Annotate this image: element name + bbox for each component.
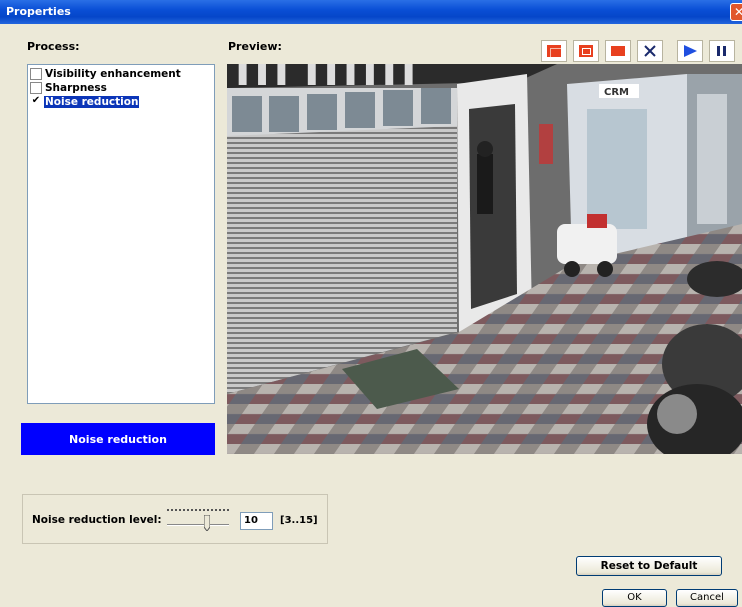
process-item-noise-reduction[interactable]: ✔ Noise reduction	[30, 95, 140, 109]
preview-image: ▌▌▌ ▌▌▌▌▌▌ CRM	[227, 64, 742, 454]
noise-reduction-slider[interactable]	[167, 507, 233, 535]
process-item-sharpness[interactable]: Sharpness	[30, 81, 108, 95]
process-item-label: Noise reduction	[44, 96, 140, 108]
split-horizontal-button[interactable]	[573, 40, 599, 62]
process-item-visibility-enhancement[interactable]: Visibility enhancement	[30, 67, 182, 81]
close-preview-button[interactable]	[637, 40, 663, 62]
shop-sign: CRM	[604, 87, 629, 98]
close-icon	[644, 45, 656, 57]
noise-reduction-level-label: Noise reduction level:	[32, 514, 162, 526]
window-close-button[interactable]: ✕	[730, 3, 742, 21]
process-item-label: Visibility enhancement	[45, 68, 181, 80]
slider-track	[167, 524, 229, 526]
close-icon: ✕	[733, 5, 742, 19]
full-view-icon	[611, 46, 625, 56]
slider-ticks	[167, 509, 229, 511]
full-view-button[interactable]	[605, 40, 631, 62]
play-icon	[684, 45, 697, 57]
svg-text:▌▌▌ ▌▌▌▌▌▌: ▌▌▌ ▌▌▌▌▌▌	[238, 64, 424, 85]
window-title: Properties	[6, 5, 71, 18]
noise-reduction-checkbox[interactable]: ✔	[30, 96, 42, 108]
reset-to-default-button[interactable]: Reset to Default	[576, 556, 722, 576]
process-label: Process:	[27, 40, 80, 53]
noise-reduction-value-field[interactable]: 10	[240, 512, 273, 530]
selected-process-banner: Noise reduction	[21, 423, 215, 455]
pause-button[interactable]	[709, 40, 735, 62]
split-vertical-button[interactable]	[541, 40, 567, 62]
cancel-button[interactable]: Cancel	[676, 589, 738, 607]
slider-thumb[interactable]	[204, 515, 210, 531]
preview-scene: ▌▌▌ ▌▌▌▌▌▌ CRM	[227, 64, 742, 454]
properties-window: Properties ✕ Process: Preview: Visibilit…	[0, 0, 742, 607]
pause-icon	[717, 46, 726, 56]
title-bar[interactable]: Properties ✕	[0, 0, 742, 24]
noise-reduction-group: Noise reduction level: 10 [3..15]	[22, 494, 328, 544]
selected-process-name: Noise reduction	[69, 432, 167, 446]
visibility-enhancement-checkbox[interactable]	[30, 68, 42, 80]
split-horizontal-icon	[579, 45, 593, 57]
process-item-label: Sharpness	[45, 82, 107, 94]
noise-reduction-range: [3..15]	[280, 515, 318, 526]
process-list[interactable]: Visibility enhancement Sharpness ✔ Noise…	[27, 64, 215, 404]
ok-button[interactable]: OK	[602, 589, 667, 607]
preview-label: Preview:	[228, 40, 282, 53]
split-vertical-icon	[547, 45, 561, 57]
play-button[interactable]	[677, 40, 703, 62]
sharpness-checkbox[interactable]	[30, 82, 42, 94]
